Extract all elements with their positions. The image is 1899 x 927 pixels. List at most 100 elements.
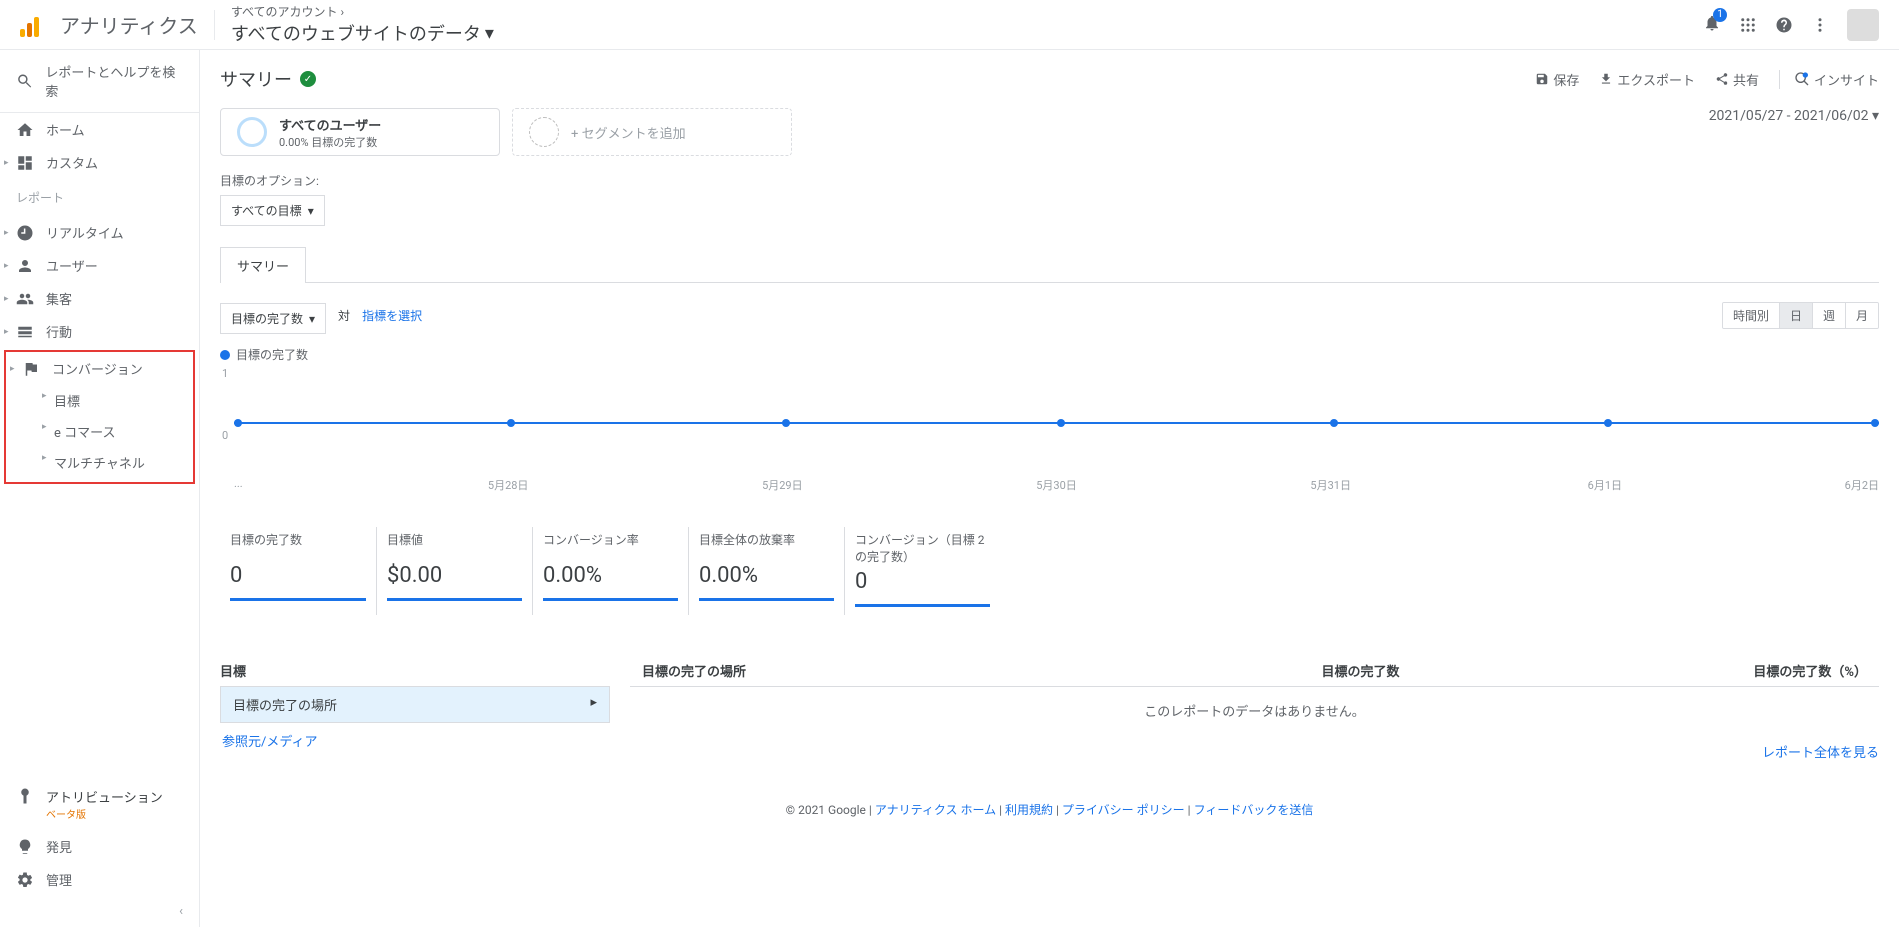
collapse-sidebar-button[interactable]: ‹ [0, 896, 199, 927]
x-axis: ... 5月28日 5月29日 5月30日 5月31日 6月1日 6月2日 [234, 477, 1879, 493]
chart-legend: 目標の完了数 [220, 346, 1879, 363]
app-header: アナリティクス すべてのアカウント › すべてのウェブサイトのデータ▾ 1 [0, 0, 1899, 50]
sidebar-item-discover[interactable]: 発見 [0, 830, 199, 863]
breadcrumb-view: すべてのウェブサイトのデータ [231, 20, 481, 46]
view-full-report-link[interactable]: レポート全体を見る [630, 742, 1879, 761]
behavior-icon [16, 323, 34, 341]
sidebar-item-realtime[interactable]: リアルタイム [0, 216, 199, 249]
source-medium-link[interactable]: 参照元/メディア [220, 723, 610, 758]
help-icon[interactable] [1775, 16, 1793, 34]
metric-goal-value[interactable]: 目標値$0.00 [376, 527, 532, 615]
chevron-right-icon: ▸ [590, 695, 597, 714]
flag-icon [22, 360, 40, 378]
report-section-label: レポート [0, 179, 199, 216]
sidebar-item-home[interactable]: ホーム [0, 113, 199, 146]
chevron-down-icon: ▾ [308, 204, 314, 218]
sidebar-item-admin[interactable]: 管理 [0, 863, 199, 896]
share-icon [1715, 72, 1729, 86]
y-tick-1: 1 [222, 367, 228, 380]
chevron-down-icon: ▾ [485, 23, 494, 44]
add-segment-button[interactable]: + セグメントを追加 [512, 108, 792, 156]
save-button[interactable]: 保存 [1535, 70, 1579, 89]
toggle-hour[interactable]: 時間別 [1723, 303, 1779, 328]
add-circle-icon [529, 117, 559, 147]
export-button[interactable]: エクスポート [1599, 70, 1695, 89]
product-name: アナリティクス [60, 10, 198, 39]
tab-summary[interactable]: サマリー [220, 247, 306, 283]
conversion-highlight-box: コンバージョン 目標 e コマース マルチチャネル [4, 350, 195, 484]
sidebar-item-behavior[interactable]: 行動 [0, 315, 199, 348]
home-icon [16, 121, 34, 139]
date-range-picker[interactable]: 2021/05/27 - 2021/06/02 ▾ [1709, 108, 1879, 124]
y-tick-0: 0 [222, 429, 228, 442]
sidebar-item-ecommerce[interactable]: e コマース [6, 416, 193, 447]
user-icon [16, 257, 34, 275]
sidebar-item-conversion[interactable]: コンバージョン [6, 352, 193, 385]
time-granularity-toggle: 時間別 日 週 月 [1722, 302, 1879, 329]
more-icon[interactable] [1811, 16, 1829, 34]
no-data-message: このレポートのデータはありません。 [630, 687, 1879, 735]
sidebar-item-acquisition[interactable]: 集客 [0, 282, 199, 315]
metric-goal-completions[interactable]: 目標の完了数0 [220, 527, 376, 615]
footer-link-feedback[interactable]: フィードバックを送信 [1194, 803, 1314, 817]
attribution-icon [16, 787, 34, 805]
goal-select[interactable]: すべての目標 ▾ [220, 195, 325, 226]
acquisition-icon [16, 290, 34, 308]
segment-circle-icon [237, 117, 267, 147]
sidebar: レポートとヘルプを検索 ホーム カスタム レポート リアルタイム ユーザー 集客… [0, 50, 200, 927]
insight-button[interactable]: インサイト [1779, 70, 1879, 89]
col-completion-pct[interactable]: 目標の完了数（%） [1411, 655, 1879, 687]
goal-option-label: 目標のオプション: [220, 172, 1879, 189]
main-content: サマリー ✓ 保存 エクスポート 共有 インサイト すべてのユーザー0.00% … [200, 50, 1899, 927]
notification-badge: 1 [1713, 8, 1727, 22]
lightbulb-icon [16, 838, 34, 856]
primary-metric-select[interactable]: 目標の完了数 ▾ [220, 303, 326, 334]
toggle-week[interactable]: 週 [1812, 303, 1845, 328]
metric-conversion-rate[interactable]: コンバージョン率0.00% [532, 527, 688, 615]
choose-metric-link[interactable]: 指標を選択 [362, 307, 422, 324]
footer-link-home[interactable]: アナリティクス ホーム [875, 803, 996, 817]
scorecard-row: 目標の完了数0 目標値$0.00 コンバージョン率0.00% 目標全体の放棄率0… [220, 527, 1879, 615]
sidebar-search[interactable]: レポートとヘルプを検索 [0, 50, 199, 113]
segment-all-users[interactable]: すべてのユーザー0.00% 目標の完了数 [220, 108, 500, 156]
goal-location-row[interactable]: 目標の完了の場所▸ [220, 686, 610, 723]
toggle-day[interactable]: 日 [1779, 303, 1812, 328]
breadcrumb-account: すべてのアカウント › [231, 3, 494, 20]
metric-abandon-rate[interactable]: 目標全体の放棄率0.00% [688, 527, 844, 615]
analytics-logo-icon [20, 13, 44, 37]
beta-label: ベータ版 [46, 810, 86, 821]
legend-dot-icon [220, 350, 230, 360]
export-icon [1599, 72, 1613, 86]
col-location[interactable]: 目標の完了の場所 [630, 655, 1065, 687]
metric-goal2-completions[interactable]: コンバージョン（目標 2 の完了数）0 [844, 527, 1000, 615]
goal-list-header: 目標 [220, 655, 610, 686]
divider [214, 10, 215, 40]
apps-icon[interactable] [1739, 16, 1757, 34]
page-title: サマリー [220, 66, 292, 92]
vs-label: 対 [338, 307, 350, 324]
completion-table: 目標の完了の場所 目標の完了数 目標の完了数（%） このレポートのデータはありま… [630, 655, 1879, 734]
sidebar-item-goal[interactable]: 目標 [6, 385, 193, 416]
page-footer: © 2021 Google | アナリティクス ホーム | 利用規約 | プライ… [220, 801, 1879, 818]
account-picker[interactable]: すべてのアカウント › すべてのウェブサイトのデータ▾ [231, 3, 494, 46]
search-placeholder: レポートとヘルプを検索 [45, 62, 183, 100]
col-completions[interactable]: 目標の完了数 [1065, 655, 1412, 687]
line-chart: 1 0 ... 5月28日 5月29日 5月30日 5月31日 [220, 367, 1879, 497]
sidebar-item-user[interactable]: ユーザー [0, 249, 199, 282]
toggle-month[interactable]: 月 [1845, 303, 1878, 328]
chart-line [234, 422, 1879, 424]
sidebar-item-attribution[interactable]: アトリビューションベータ版 [0, 779, 199, 830]
notifications-button[interactable]: 1 [1703, 14, 1721, 36]
insight-icon [1794, 71, 1810, 87]
clock-icon [16, 224, 34, 242]
gear-icon [16, 871, 34, 889]
sidebar-item-custom[interactable]: カスタム [0, 146, 199, 179]
footer-link-privacy[interactable]: プライバシー ポリシー [1062, 803, 1185, 817]
account-avatar[interactable] [1847, 9, 1879, 41]
save-icon [1535, 72, 1549, 86]
dashboard-icon [16, 154, 34, 172]
search-icon [16, 72, 33, 90]
footer-link-terms[interactable]: 利用規約 [1005, 803, 1053, 817]
share-button[interactable]: 共有 [1715, 70, 1759, 89]
sidebar-item-multichannel[interactable]: マルチチャネル [6, 447, 193, 478]
